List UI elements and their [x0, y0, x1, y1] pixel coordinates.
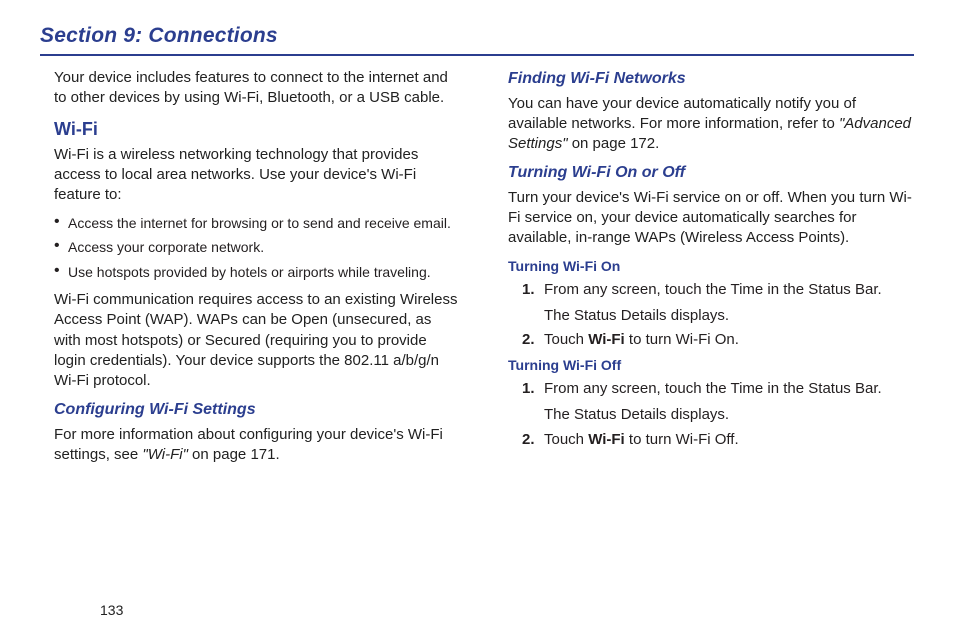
step-main-post: to turn Wi-Fi On.: [625, 331, 739, 348]
step-main-post: to turn Wi-Fi Off.: [625, 431, 739, 448]
find-text-post: on page 172.: [568, 135, 660, 152]
title-divider: [40, 54, 914, 56]
step-number: 1.: [522, 379, 535, 399]
step-main: From any screen, touch the Time in the S…: [544, 281, 882, 298]
find-text-pre: You can have your device automatically n…: [508, 95, 856, 132]
step-main-bold: Wi-Fi: [588, 331, 625, 348]
step-number: 1.: [522, 280, 535, 300]
finding-text: You can have your device automatically n…: [508, 94, 914, 155]
turning-off-heading: Turning Wi-Fi Off: [508, 356, 914, 375]
step-number: 2.: [522, 330, 535, 350]
conf-text-post: on page 171.: [188, 446, 280, 463]
step-main-bold: Wi-Fi: [588, 431, 625, 448]
step-number: 2.: [522, 430, 535, 450]
turning-off-steps: 1. From any screen, touch the Time in th…: [522, 379, 914, 450]
step-sub: The Status Details displays.: [544, 306, 914, 326]
finding-heading: Finding Wi-Fi Networks: [508, 68, 914, 90]
step-item: 2. Touch Wi-Fi to turn Wi-Fi Off.: [522, 430, 914, 450]
configuring-heading: Configuring Wi-Fi Settings: [54, 399, 460, 421]
right-column: Finding Wi-Fi Networks You can have your…: [494, 68, 914, 474]
step-main: From any screen, touch the Time in the S…: [544, 380, 882, 397]
wifi-feature-list: Access the internet for browsing or to s…: [54, 214, 460, 283]
content-columns: Your device includes features to connect…: [40, 68, 914, 474]
step-sub: The Status Details displays.: [544, 405, 914, 425]
turning-heading: Turning Wi-Fi On or Off: [508, 162, 914, 184]
list-item: Access your corporate network.: [54, 238, 460, 257]
list-item: Use hotspots provided by hotels or airpo…: [54, 263, 460, 282]
section-title: Section 9: Connections: [40, 24, 914, 48]
wifi-wap-paragraph: Wi-Fi communication requires access to a…: [54, 290, 460, 391]
page-number: 133: [100, 602, 123, 618]
step-main-pre: Touch: [544, 431, 588, 448]
left-column: Your device includes features to connect…: [40, 68, 460, 474]
turning-on-heading: Turning Wi-Fi On: [508, 257, 914, 276]
turning-text: Turn your device's Wi-Fi service on or o…: [508, 188, 914, 249]
step-item: 2. Touch Wi-Fi to turn Wi-Fi On.: [522, 330, 914, 350]
list-item: Access the internet for browsing or to s…: [54, 214, 460, 233]
step-main-pre: Touch: [544, 331, 588, 348]
wifi-intro: Wi-Fi is a wireless networking technolog…: [54, 145, 460, 206]
turning-on-steps: 1. From any screen, touch the Time in th…: [522, 280, 914, 351]
step-item: 1. From any screen, touch the Time in th…: [522, 280, 914, 327]
wifi-heading: Wi-Fi: [54, 117, 460, 141]
configuring-text: For more information about configuring y…: [54, 425, 460, 466]
step-item: 1. From any screen, touch the Time in th…: [522, 379, 914, 426]
conf-ref: "Wi-Fi": [142, 446, 188, 463]
intro-paragraph: Your device includes features to connect…: [54, 68, 460, 109]
